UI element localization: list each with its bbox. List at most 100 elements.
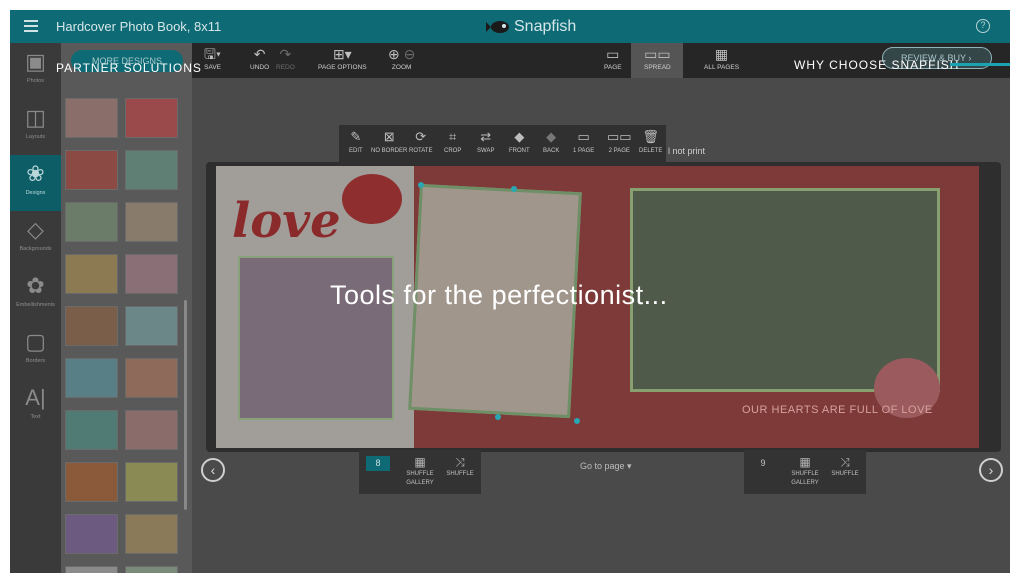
fish-icon — [486, 21, 509, 33]
page-view-button[interactable]: ▭ PAGE — [604, 46, 622, 71]
design-thumbnail[interactable] — [125, 306, 178, 346]
design-thumbnail[interactable] — [125, 98, 178, 138]
rail-item-borders[interactable]: ▢ Borders — [10, 323, 61, 379]
page-options-icon: ⊞▾ — [332, 46, 352, 62]
go-to-page-dropdown[interactable]: Go to page ▾ — [580, 461, 632, 472]
design-thumbnail[interactable] — [125, 358, 178, 398]
designs-icon: ❀ — [26, 161, 45, 186]
previous-page-button[interactable]: ‹ — [201, 458, 225, 482]
photos-icon: ▣ — [25, 49, 46, 74]
design-thumbnail[interactable] — [65, 358, 118, 398]
undo-button[interactable]: ↶ UNDO — [250, 46, 269, 71]
panel-scrollbar[interactable] — [184, 300, 187, 510]
design-thumbnail[interactable] — [65, 254, 118, 294]
right-page-bar: 9 ▦ SHUFFLE GALLERY ⤨ SHUFFLE — [744, 450, 866, 494]
tool-rail: ▣ Photos ◫ Layouts ❀ Designs ◇ Backgroun… — [10, 43, 61, 573]
design-thumbnail[interactable] — [65, 98, 118, 138]
resize-handle[interactable] — [574, 418, 580, 424]
no-border-button[interactable]: ⊠ NO BORDER — [371, 129, 407, 154]
menu-icon[interactable] — [24, 20, 38, 32]
design-thumbnail[interactable] — [125, 462, 178, 502]
design-thumbnail[interactable] — [65, 150, 118, 190]
undo-icon: ↶ — [253, 46, 266, 62]
photo-context-toolbar: ✎ EDIT ⊠ NO BORDER ⟳ ROTATE ⌗ CROP ⇄ SWA… — [339, 125, 666, 165]
all-pages-button[interactable]: ▦ ALL PAGES — [704, 46, 739, 71]
design-thumbnail[interactable] — [65, 410, 118, 450]
shuffle-button[interactable]: ⤨ SHUFFLE — [445, 456, 475, 479]
design-thumbnail[interactable] — [65, 514, 118, 554]
brand-logo[interactable]: Snapfish — [486, 16, 576, 38]
zoom-button[interactable]: ⊕ ⊖ ZOOM — [388, 46, 415, 71]
layer-back-icon: ◆ — [546, 129, 557, 144]
spread-view-button[interactable]: ▭▭ SPREAD — [644, 46, 671, 71]
page-options-button[interactable]: ⊞▾ PAGE OPTIONS — [318, 46, 367, 71]
resize-handle[interactable] — [418, 182, 424, 188]
edit-button[interactable]: ✎ EDIT — [349, 129, 363, 154]
accent-line — [950, 63, 1010, 66]
delete-button[interactable]: 🗑 DELETE — [639, 129, 662, 154]
design-thumbnail[interactable] — [65, 306, 118, 346]
text-icon: A| — [25, 385, 46, 410]
rail-item-photos[interactable]: ▣ Photos — [10, 43, 61, 99]
rail-item-layouts[interactable]: ◫ Layouts — [10, 99, 61, 155]
design-thumbnail[interactable] — [125, 254, 178, 294]
save-icon: 🖫▾ — [204, 46, 222, 62]
resize-handle[interactable] — [495, 414, 501, 420]
rail-item-backgrounds[interactable]: ◇ Backgrounds — [10, 211, 61, 267]
gallery-icon: ▦ — [414, 455, 426, 469]
shuffle-gallery-button[interactable]: ▦ SHUFFLE GALLERY — [788, 456, 822, 488]
left-page-bar: 8 ▦ SHUFFLE GALLERY ⤨ SHUFFLE — [359, 450, 481, 494]
one-page-button[interactable]: ▭ 1 PAGE — [573, 129, 594, 154]
page-number-right[interactable]: 9 — [751, 456, 775, 471]
design-thumbnail[interactable] — [125, 202, 178, 242]
crop-icon: ⌗ — [449, 129, 457, 144]
design-thumbnail[interactable] — [125, 566, 178, 573]
promo-headline: Tools for the perfectionist... — [330, 280, 668, 310]
trash-icon: 🗑 — [642, 129, 659, 144]
one-page-icon: ▭ — [577, 129, 590, 144]
rail-item-designs[interactable]: ❀ Designs — [10, 155, 61, 211]
love-text[interactable]: love — [232, 193, 341, 249]
rail-item-text[interactable]: A| Text — [10, 379, 61, 435]
back-button[interactable]: ◆ BACK — [543, 129, 559, 154]
title-bar: Hardcover Photo Book, 8x11 Snapfish ? — [10, 10, 1010, 43]
design-thumbnail[interactable] — [125, 410, 178, 450]
rotate-button[interactable]: ⟳ ROTATE — [409, 129, 432, 154]
redo-button[interactable]: ↷ REDO — [276, 46, 295, 71]
shuffle-icon: ⤨ — [840, 455, 850, 469]
front-button[interactable]: ◆ FRONT — [509, 129, 530, 154]
shuffle-gallery-button[interactable]: ▦ SHUFFLE GALLERY — [403, 456, 437, 488]
design-thumbnail[interactable] — [125, 514, 178, 554]
rail-label: Borders — [25, 358, 46, 364]
help-icon[interactable]: ? — [976, 19, 990, 33]
chevron-left-icon: ‹ — [210, 462, 216, 478]
backgrounds-icon: ◇ — [27, 217, 44, 242]
rail-item-embellishments[interactable]: ✿ Embellishments — [10, 267, 61, 323]
embellishments-icon: ✿ — [26, 273, 45, 298]
two-page-icon: ▭▭ — [607, 129, 632, 144]
no-border-icon: ⊠ — [383, 129, 395, 144]
partner-solutions-caption: PARTNER SOLUTIONS — [56, 61, 202, 75]
redo-icon: ↷ — [279, 46, 292, 62]
rose-embellishment[interactable] — [342, 174, 402, 224]
next-page-button[interactable]: › — [979, 458, 1003, 482]
resize-handle[interactable] — [511, 186, 517, 192]
shuffle-button[interactable]: ⤨ SHUFFLE — [830, 456, 860, 479]
design-thumbnail[interactable] — [125, 150, 178, 190]
print-warning: l not print — [668, 146, 706, 156]
design-thumbnail[interactable] — [65, 202, 118, 242]
two-page-button[interactable]: ▭▭ 2 PAGE — [607, 129, 632, 154]
hearts-caption[interactable]: OUR HEARTS ARE FULL OF LOVE — [742, 404, 933, 416]
why-choose-caption: WHY CHOOSE SNAPFISH — [794, 58, 960, 72]
chevron-right-icon: › — [988, 462, 994, 478]
page-icon: ▭ — [606, 46, 620, 62]
shuffle-icon: ⤨ — [455, 455, 465, 469]
design-thumbnail[interactable] — [65, 462, 118, 502]
crop-button[interactable]: ⌗ CROP — [444, 129, 461, 154]
save-button[interactable]: 🖫▾ SAVE — [204, 46, 221, 71]
pencil-icon: ✎ — [350, 129, 362, 144]
swap-button[interactable]: ⇄ SWAP — [477, 129, 494, 154]
page-number-left[interactable]: 8 — [366, 456, 390, 471]
design-thumbnail[interactable] — [65, 566, 118, 573]
zoom-icon: ⊕ ⊖ — [388, 46, 416, 62]
